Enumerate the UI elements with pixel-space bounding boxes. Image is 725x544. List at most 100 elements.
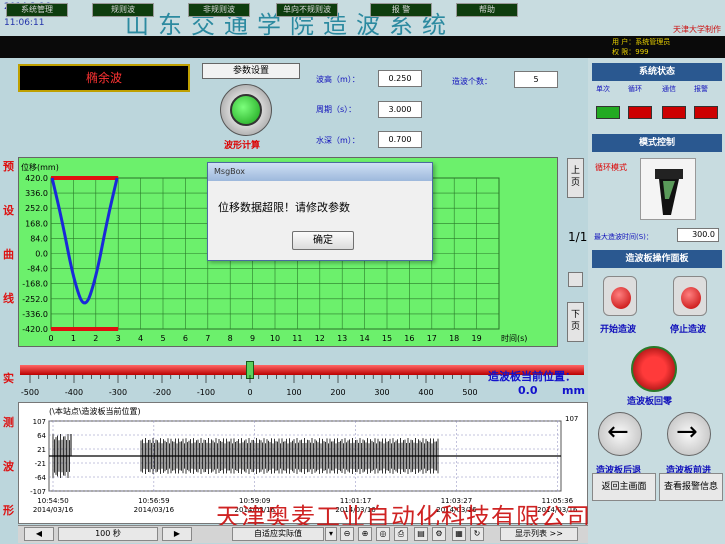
- back-main-button[interactable]: 返回主画面: [592, 473, 656, 501]
- page-down-button[interactable]: 下页: [567, 302, 584, 342]
- page-scroll-box[interactable]: [568, 272, 583, 287]
- wave-height-input[interactable]: 0.250: [378, 70, 422, 87]
- start-wave-button[interactable]: [603, 276, 637, 316]
- scroll-left-button[interactable]: ◀: [24, 527, 54, 541]
- x-tick-label: 11: [292, 334, 302, 343]
- trend-y-tick: -21: [35, 460, 46, 468]
- side-char-1: 预: [3, 160, 14, 173]
- status-label-loop: 循环: [628, 85, 642, 93]
- user-value: 系统管理员: [635, 38, 671, 46]
- period-input[interactable]: 3.000: [378, 101, 422, 118]
- user-label: 用 户：: [612, 38, 636, 46]
- slider-tick-label: 100: [286, 388, 301, 397]
- board-forward-button[interactable]: →: [667, 412, 711, 456]
- x-tick-label: 16: [404, 334, 414, 343]
- x-tick-label: 10: [270, 334, 280, 343]
- trend-y-tick: -107: [30, 488, 46, 496]
- measure-char-1: 实: [3, 372, 14, 385]
- y-tick-label: 252.0: [25, 204, 48, 213]
- measure-char-3: 波: [3, 460, 14, 473]
- trend-title: (\本站点\造波板当前位置): [49, 407, 141, 416]
- zoom-in-button[interactable]: ⊕: [358, 527, 372, 541]
- nav-regular-wave[interactable]: 规则波: [92, 3, 154, 17]
- wave-count-label: 造波个数：: [452, 77, 492, 86]
- print-icon: ⎙: [397, 529, 405, 538]
- trend-right-label: 107: [565, 415, 579, 423]
- status-label-comm: 通信: [662, 85, 676, 93]
- dialog-ok-button[interactable]: 确定: [292, 231, 354, 250]
- time-interval-select[interactable]: 100 秒: [58, 527, 158, 541]
- status-indicator-single: [596, 106, 620, 119]
- x-tick-label: 1: [71, 334, 76, 343]
- side-char-3: 曲: [3, 248, 14, 261]
- view-alarm-button[interactable]: 查看报警信息: [659, 473, 723, 501]
- max-time-input[interactable]: 300.0: [677, 228, 719, 242]
- mode-toggle-switch[interactable]: [640, 158, 696, 220]
- refresh-button[interactable]: ↻: [470, 527, 484, 541]
- mode-control-header: 模式控制: [592, 134, 722, 152]
- display-list-button[interactable]: 显示列表 >>: [500, 527, 578, 541]
- depth-input[interactable]: 0.700: [378, 131, 422, 148]
- board-back-button[interactable]: ←: [598, 412, 642, 456]
- wave-calc-button[interactable]: [220, 84, 272, 136]
- y-axis-label: 位移(mm): [21, 162, 59, 172]
- grid-button[interactable]: ▦: [452, 527, 466, 541]
- wave-count-input[interactable]: 5: [514, 71, 558, 88]
- board-position-unit: mm: [562, 384, 585, 397]
- period-label: 周期（s）：: [316, 105, 357, 114]
- print-button[interactable]: ⎙: [394, 527, 408, 541]
- nav-unidirectional-irregular-wave[interactable]: 单向不规则波: [276, 3, 338, 17]
- x-axis-label: 时间(s): [501, 333, 527, 343]
- slider-tick-label: -400: [65, 388, 83, 397]
- credit-text: 天津大学制作: [673, 25, 721, 34]
- page-total: 1: [579, 230, 588, 244]
- stop-button-icon: [681, 287, 701, 309]
- dialog-title: MsgBox: [208, 163, 432, 181]
- triangle-left-icon: ◀: [35, 529, 43, 538]
- slider-tick-label: 200: [330, 388, 345, 397]
- zoom-out-icon: ⊖: [343, 529, 351, 538]
- system-status-header: 系统状态: [592, 63, 722, 81]
- y-tick-label: -168.0: [22, 280, 48, 289]
- trend-time-label: 10:56:59: [138, 497, 169, 505]
- y-tick-label: -84.0: [27, 265, 48, 274]
- param-settings-button[interactable]: 参数设置: [202, 63, 300, 79]
- grid-icon: ▦: [455, 529, 463, 538]
- nav-system-management[interactable]: 系统管理: [6, 3, 68, 17]
- y-tick-label: -252.0: [22, 295, 48, 304]
- zoom-fit-button[interactable]: ◎: [376, 527, 390, 541]
- scroll-right-button[interactable]: ▶: [162, 527, 192, 541]
- x-tick-label: 9: [250, 334, 255, 343]
- board-home-button[interactable]: [631, 346, 677, 392]
- depth-label: 水深（m）：: [316, 136, 360, 145]
- trend-y-tick: 107: [33, 418, 46, 426]
- status-indicator-loop: [628, 106, 652, 119]
- zoom-out-button[interactable]: ⊖: [340, 527, 354, 541]
- nav-irregular-wave[interactable]: 非规则波: [188, 3, 250, 17]
- x-tick-label: 2: [93, 334, 98, 343]
- slider-scale: -500 -400 -300 -200 -100 0 100 200 300 400 500: [21, 375, 478, 397]
- y-tick-label: 168.0: [25, 219, 48, 228]
- scale-dropdown-button[interactable]: ▾: [325, 527, 337, 541]
- stop-wave-button[interactable]: [673, 276, 707, 316]
- settings-button[interactable]: ⚙: [432, 527, 446, 541]
- page-current: 1: [568, 230, 576, 244]
- loop-mode-label: 循环模式: [595, 163, 627, 172]
- time-text: 11:06:11: [4, 18, 45, 28]
- scale-mode-select[interactable]: 自适应实际值: [232, 527, 324, 541]
- start-button-icon: [611, 287, 631, 309]
- toggle-switch-icon: [655, 169, 683, 215]
- x-tick-label: 5: [160, 334, 165, 343]
- y-tick-label: 0.0: [35, 250, 48, 259]
- x-tick-label: 18: [449, 334, 459, 343]
- nav-help[interactable]: 帮助: [456, 3, 518, 17]
- page-up-button[interactable]: 上页: [567, 158, 584, 198]
- trend-y-tick: 64: [37, 432, 46, 440]
- max-time-label: 最大造波时间(S)：: [594, 233, 653, 241]
- status-label-alarm: 报警: [694, 85, 708, 93]
- export-button[interactable]: ▤: [414, 527, 428, 541]
- nav-alarm[interactable]: 报 警: [370, 3, 432, 17]
- wave-type-display: 椭余波: [18, 64, 190, 92]
- export-icon: ▤: [417, 529, 425, 538]
- slider-tick-label: -300: [109, 388, 127, 397]
